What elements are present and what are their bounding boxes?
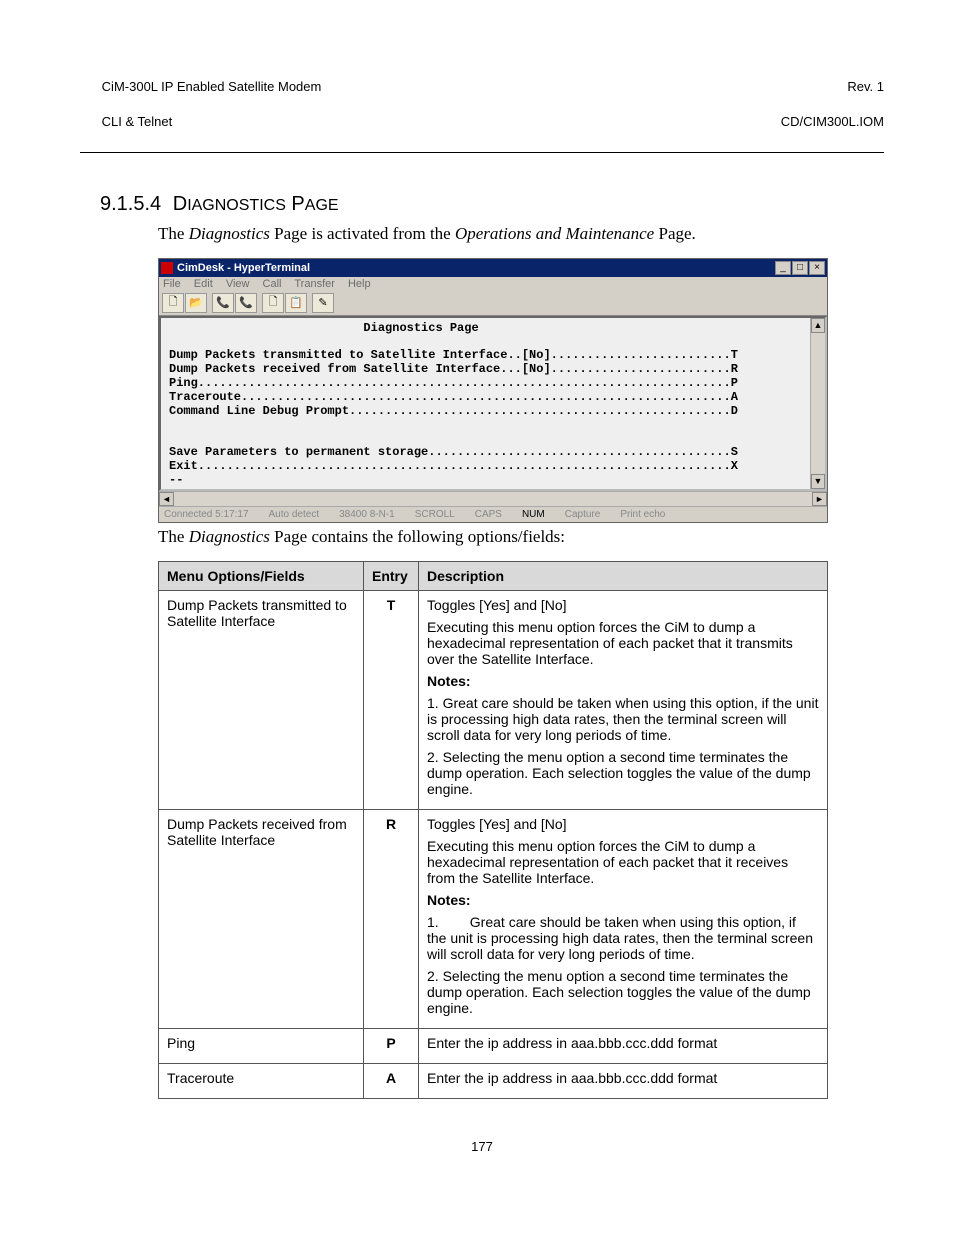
cell-entry: P (364, 1029, 419, 1064)
header-left-1: CiM-300L IP Enabled Satellite Modem (102, 79, 322, 94)
close-button[interactable]: × (809, 261, 825, 275)
hscroll-track[interactable] (174, 492, 812, 506)
cell-desc: Toggles [Yes] and [No] Executing this me… (419, 591, 828, 810)
terminal-output[interactable]: Diagnostics Page Dump Packets transmitte… (161, 318, 810, 490)
toolbar-new-icon[interactable]: 🗋 (162, 293, 184, 313)
section-title: DIAGNOSTICS PAGE (173, 193, 339, 215)
page-header: CiM-300L IP Enabled Satellite Modem CLI … (80, 60, 884, 153)
header-right-1: Rev. 1 (847, 79, 884, 94)
status-caps: CAPS (472, 508, 505, 521)
window-menubar: File Edit View Call Transfer Help (159, 277, 827, 291)
minimize-button[interactable]: _ (775, 261, 791, 275)
options-table: Menu Options/Fields Entry Description Du… (158, 561, 828, 1099)
toolbar-open-icon[interactable]: 📂 (185, 293, 207, 313)
status-autodetect: Auto detect (266, 508, 323, 521)
section-after-text: The Diagnostics Page contains the follow… (158, 527, 884, 547)
menu-transfer[interactable]: Transfer (294, 278, 335, 290)
cell-desc: Enter the ip address in aaa.bbb.ccc.ddd … (419, 1029, 828, 1064)
header-left-2: CLI & Telnet (102, 114, 173, 129)
section-intro: The Diagnostics Page is activated from t… (158, 224, 884, 244)
toolbar-properties-icon[interactable]: ✎ (312, 293, 334, 313)
menu-file[interactable]: File (163, 278, 181, 290)
horizontal-scrollbar[interactable]: ◄ ► (159, 491, 827, 506)
status-capture: Capture (562, 508, 604, 521)
cell-menu: Traceroute (159, 1064, 364, 1099)
toolbar-hangup-icon[interactable]: 📞 (235, 293, 257, 313)
scroll-down-icon[interactable]: ▼ (811, 474, 825, 489)
scroll-up-icon[interactable]: ▲ (811, 318, 825, 333)
table-row: Traceroute A Enter the ip address in aaa… (159, 1064, 828, 1099)
col-menu: Menu Options/Fields (159, 562, 364, 591)
maximize-button[interactable]: □ (792, 261, 808, 275)
cell-entry: A (364, 1064, 419, 1099)
table-row: Dump Packets transmitted to Satellite In… (159, 591, 828, 810)
status-num: NUM (519, 508, 548, 521)
window-title: CimDesk - HyperTerminal (177, 262, 774, 274)
col-desc: Description (419, 562, 828, 591)
cell-menu: Ping (159, 1029, 364, 1064)
menu-view[interactable]: View (226, 278, 250, 290)
cell-entry: R (364, 810, 419, 1029)
status-scroll: SCROLL (412, 508, 458, 521)
status-connected: Connected 5:17:17 (161, 508, 252, 521)
scroll-left-icon[interactable]: ◄ (159, 492, 174, 506)
terminal-area: Diagnostics Page Dump Packets transmitte… (159, 316, 827, 492)
cell-entry: T (364, 591, 419, 810)
document-page: CiM-300L IP Enabled Satellite Modem CLI … (0, 0, 954, 1235)
page-number: 177 (80, 1139, 884, 1154)
toolbar-send-icon[interactable]: 🗋 (262, 293, 284, 313)
cell-desc: Enter the ip address in aaa.bbb.ccc.ddd … (419, 1064, 828, 1099)
col-entry: Entry (364, 562, 419, 591)
cell-menu: Dump Packets transmitted to Satellite In… (159, 591, 364, 810)
section-number: 9.1.5.4 (100, 193, 161, 215)
menu-call[interactable]: Call (263, 278, 282, 290)
cell-desc: Toggles [Yes] and [No] Executing this me… (419, 810, 828, 1029)
app-icon (161, 262, 173, 274)
section-heading: 9.1.5.4 DIAGNOSTICS PAGE (100, 193, 884, 216)
header-right-2: CD/CIM300L.IOM (781, 114, 884, 129)
toolbar-receive-icon[interactable]: 📋 (285, 293, 307, 313)
scroll-right-icon[interactable]: ► (812, 492, 827, 506)
window-titlebar[interactable]: CimDesk - HyperTerminal _ □ × (159, 259, 827, 277)
menu-help[interactable]: Help (348, 278, 371, 290)
window-toolbar: 🗋 📂 📞 📞 🗋 📋 ✎ (159, 291, 827, 316)
cell-menu: Dump Packets received from Satellite Int… (159, 810, 364, 1029)
toolbar-call-icon[interactable]: 📞 (212, 293, 234, 313)
table-header-row: Menu Options/Fields Entry Description (159, 562, 828, 591)
table-row: Dump Packets received from Satellite Int… (159, 810, 828, 1029)
menu-edit[interactable]: Edit (194, 278, 213, 290)
status-baud: 38400 8-N-1 (336, 508, 398, 521)
hyperterminal-window: CimDesk - HyperTerminal _ □ × File Edit … (158, 258, 828, 524)
status-printecho: Print echo (617, 508, 668, 521)
vertical-scrollbar[interactable]: ▲ ▼ (810, 318, 825, 490)
window-statusbar: Connected 5:17:17 Auto detect 38400 8-N-… (159, 506, 827, 522)
table-row: Ping P Enter the ip address in aaa.bbb.c… (159, 1029, 828, 1064)
